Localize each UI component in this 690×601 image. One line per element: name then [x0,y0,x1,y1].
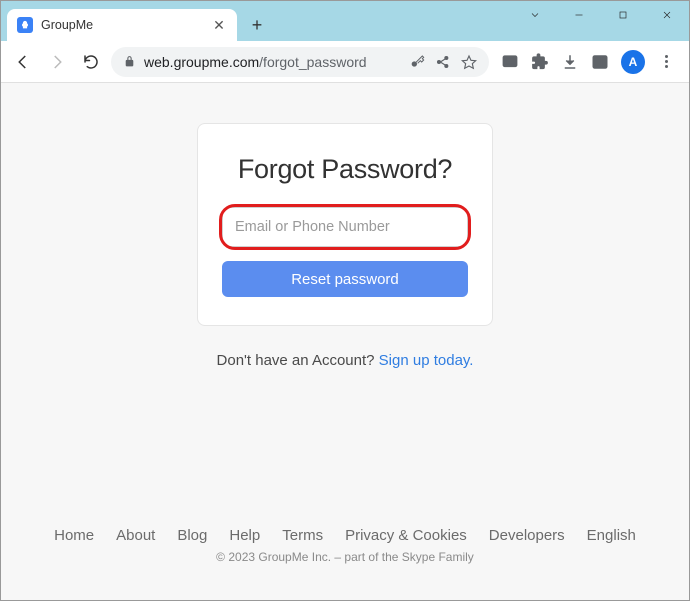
window-dropdown[interactable] [513,1,557,29]
tab-strip: GroupMe ✕ + [1,1,271,41]
footer-link-blog[interactable]: Blog [177,527,207,544]
signup-link[interactable]: Sign up today. [379,352,474,369]
email-phone-input-wrap [222,207,468,247]
window-close[interactable] [645,1,689,29]
nav-back-button[interactable] [9,48,37,76]
bookmark-star-icon[interactable] [461,54,477,70]
window-controls [513,1,689,29]
sidepanel-icon[interactable] [591,53,609,71]
toolbar-right-icons: A [495,50,681,74]
email-phone-input[interactable] [222,207,468,247]
signup-prompt-line: Don't have an Account? Sign up today. [217,352,474,369]
nav-forward-button[interactable] [43,48,71,76]
footer: Home About Blog Help Terms Privacy & Coo… [1,527,689,564]
urlbar-actions [409,54,477,70]
footer-link-home[interactable]: Home [54,527,94,544]
lock-icon [123,55,136,68]
window-maximize[interactable] [601,1,645,29]
chrome-menu-button[interactable] [657,53,675,71]
avatar-initial: A [629,55,638,69]
reset-password-button[interactable]: Reset password [222,261,468,297]
url-text: web.groupme.com/forgot_password [144,54,401,70]
window-minimize[interactable] [557,1,601,29]
footer-links: Home About Blog Help Terms Privacy & Coo… [54,527,636,544]
new-tab-button[interactable]: + [243,11,271,39]
tab-title: GroupMe [41,18,203,32]
address-bar[interactable]: web.groupme.com/forgot_password [111,47,489,77]
page-content: Forgot Password? Reset password Don't ha… [1,83,689,600]
browser-tab[interactable]: GroupMe ✕ [7,9,237,41]
footer-link-terms[interactable]: Terms [282,527,323,544]
browser-toolbar: web.groupme.com/forgot_password [1,41,689,83]
translate-icon[interactable] [501,53,519,71]
profile-avatar[interactable]: A [621,50,645,74]
page-heading: Forgot Password? [238,154,452,185]
footer-link-privacy[interactable]: Privacy & Cookies [345,527,467,544]
signup-prompt-text: Don't have an Account? [217,352,379,369]
url-path: /forgot_password [259,54,366,70]
downloads-icon[interactable] [561,53,579,71]
nav-reload-button[interactable] [77,48,105,76]
tab-close-button[interactable]: ✕ [211,17,227,33]
extensions-icon[interactable] [531,53,549,71]
footer-link-developers[interactable]: Developers [489,527,565,544]
footer-link-language[interactable]: English [587,527,636,544]
window-titlebar: GroupMe ✕ + [1,1,689,41]
key-icon[interactable] [409,54,425,70]
groupme-favicon [17,17,33,33]
footer-link-help[interactable]: Help [229,527,260,544]
footer-link-about[interactable]: About [116,527,155,544]
share-icon[interactable] [435,54,451,70]
forgot-password-card: Forgot Password? Reset password [197,123,493,326]
url-host: web.groupme.com [144,54,259,70]
copyright-text: © 2023 GroupMe Inc. – part of the Skype … [216,550,474,564]
